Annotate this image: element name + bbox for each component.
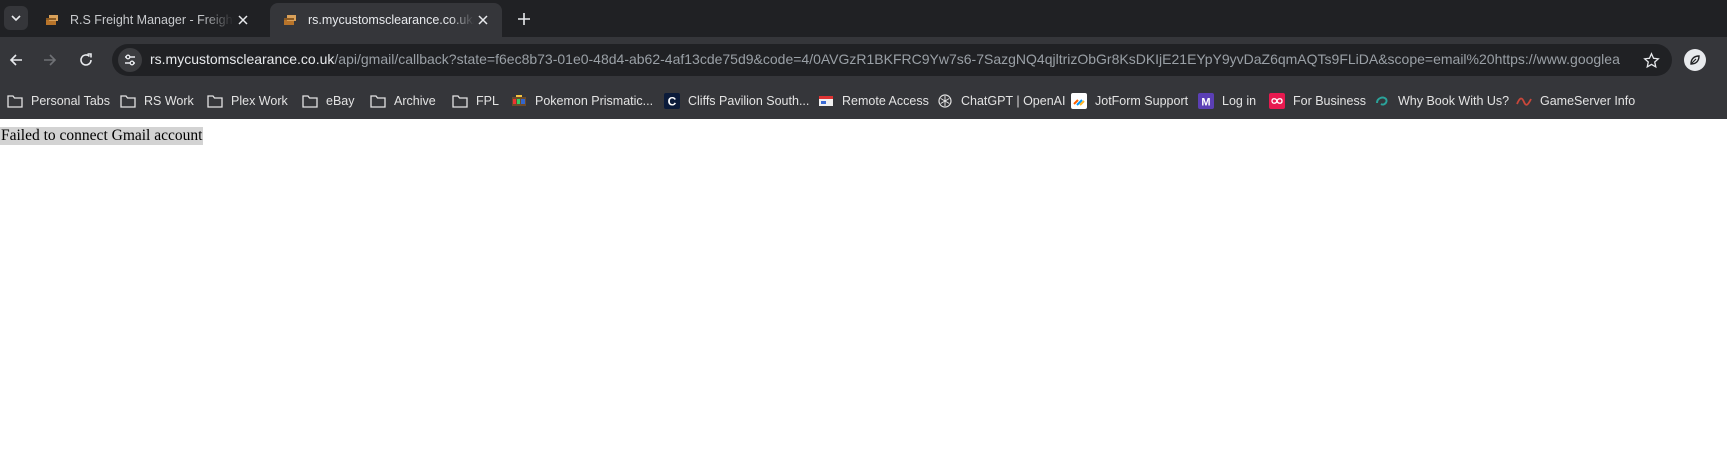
tab-strip: R.S Freight Manager - Freight Manager rs…	[0, 0, 1727, 37]
close-icon[interactable]	[474, 11, 492, 29]
bookmark-folder-archive[interactable]: Archive	[370, 91, 436, 111]
remote-icon	[818, 93, 834, 109]
bookmarks-bar: Personal Tabs RS Work Plex Work eBay Arc…	[0, 83, 1727, 119]
wave-icon	[1516, 93, 1532, 109]
bookmark-folder-personal-tabs[interactable]: Personal Tabs	[7, 91, 110, 111]
arrow-left-icon	[9, 54, 22, 66]
bookmark-label: Archive	[394, 94, 436, 108]
reload-button[interactable]	[72, 46, 100, 74]
bookmark-label: Personal Tabs	[31, 94, 110, 108]
tab-title: R.S Freight Manager - Freight Manager	[70, 13, 234, 27]
svg-text:M: M	[1201, 97, 1210, 109]
tab-gmail-callback[interactable]: rs.mycustomsclearance.co.uk/api/gmail/ca…	[270, 3, 502, 37]
m-icon: M	[1198, 93, 1214, 109]
bookmark-cliffs-pavilion[interactable]: C Cliffs Pavilion South...	[664, 91, 809, 111]
swirl-icon	[1374, 93, 1390, 109]
bookmark-log-in[interactable]: M Log in	[1198, 91, 1256, 111]
bookmark-folder-plex-work[interactable]: Plex Work	[207, 91, 288, 111]
bookmark-folder-rs-work[interactable]: RS Work	[120, 91, 194, 111]
svg-text:C: C	[668, 95, 677, 109]
url-path: /api/gmail/callback?state=f6ec8b73-01e0-…	[334, 51, 1620, 67]
bookmark-label: JotForm Support	[1095, 94, 1189, 108]
leaf-icon	[1690, 55, 1700, 65]
chevron-down-icon	[11, 15, 21, 22]
bookmark-label: Pokemon Prismatic...	[535, 94, 654, 108]
bookmark-pokemon-prismatic[interactable]: Pokemon Prismatic...	[511, 91, 653, 111]
bookmark-label: Remote Access	[842, 94, 929, 108]
bookmark-chatgpt[interactable]: ChatGPT | OpenAI	[937, 91, 1065, 111]
bookmark-gameserver-info[interactable]: GameServer Info	[1516, 91, 1635, 111]
box-icon	[44, 12, 60, 28]
bookmark-label: GameServer Info	[1540, 94, 1636, 108]
address-bar[interactable]: rs.mycustomsclearance.co.uk/api/gmail/ca…	[112, 44, 1672, 76]
close-icon[interactable]	[234, 11, 252, 29]
tab-freight-manager[interactable]: R.S Freight Manager - Freight Manager	[32, 3, 262, 37]
folder-icon	[302, 93, 318, 109]
toolbar: rs.mycustomsclearance.co.uk/api/gmail/ca…	[0, 37, 1727, 83]
url-host: rs.mycustomsclearance.co.uk	[150, 51, 335, 67]
bookmark-label: Why Book With Us?	[1398, 94, 1510, 108]
openai-icon	[937, 93, 953, 109]
bookmark-remote-access[interactable]: Remote Access	[818, 91, 929, 111]
tune-icon	[125, 54, 135, 66]
url-text: rs.mycustomsclearance.co.uk/api/gmail/ca…	[150, 51, 1620, 67]
folder-icon	[207, 93, 223, 109]
pokemon-icon	[511, 93, 527, 109]
bookmark-label: FPL	[476, 94, 499, 108]
bookmark-label: Log in	[1222, 94, 1257, 108]
back-button[interactable]	[2, 46, 30, 74]
plus-icon	[518, 13, 530, 25]
folder-icon	[7, 93, 23, 109]
bookmark-folder-ebay[interactable]: eBay	[302, 91, 355, 111]
reload-icon	[80, 53, 92, 66]
bookmark-label: RS Work	[144, 94, 194, 108]
bookmark-star-button[interactable]	[1640, 49, 1662, 71]
bookmark-jotform-support[interactable]: JotForm Support	[1071, 91, 1188, 111]
jotform-icon	[1071, 93, 1087, 109]
arrow-right-icon	[44, 54, 57, 66]
infinity-icon	[1269, 93, 1285, 109]
bookmark-label: Cliffs Pavilion South...	[688, 94, 810, 108]
box-icon	[282, 12, 298, 28]
page-content: Failed to connect Gmail account	[0, 119, 1727, 451]
folder-icon	[452, 93, 468, 109]
tab-search-button[interactable]	[4, 6, 28, 30]
error-message: Failed to connect Gmail account	[0, 127, 204, 145]
folder-icon	[120, 93, 136, 109]
bookmark-label: Plex Work	[231, 94, 288, 108]
bookmark-label: ChatGPT | OpenAI	[961, 94, 1066, 108]
bookmark-why-book-with-us[interactable]: Why Book With Us?	[1374, 91, 1509, 111]
bookmark-label: eBay	[326, 94, 355, 108]
browser-chrome: R.S Freight Manager - Freight Manager rs…	[0, 0, 1727, 119]
bookmark-folder-fpl[interactable]: FPL	[452, 91, 499, 111]
forward-button[interactable]	[36, 46, 64, 74]
extension-button[interactable]	[1684, 49, 1706, 71]
bookmark-for-business[interactable]: For Business	[1269, 91, 1366, 111]
site-info-button[interactable]	[118, 48, 142, 72]
bookmark-label: For Business	[1293, 94, 1366, 108]
c-icon: C	[664, 93, 680, 109]
tab-title: rs.mycustomsclearance.co.uk/api/gmail/ca…	[308, 13, 474, 27]
folder-icon	[370, 93, 386, 109]
new-tab-button[interactable]	[513, 8, 535, 30]
star-icon	[1642, 51, 1660, 68]
